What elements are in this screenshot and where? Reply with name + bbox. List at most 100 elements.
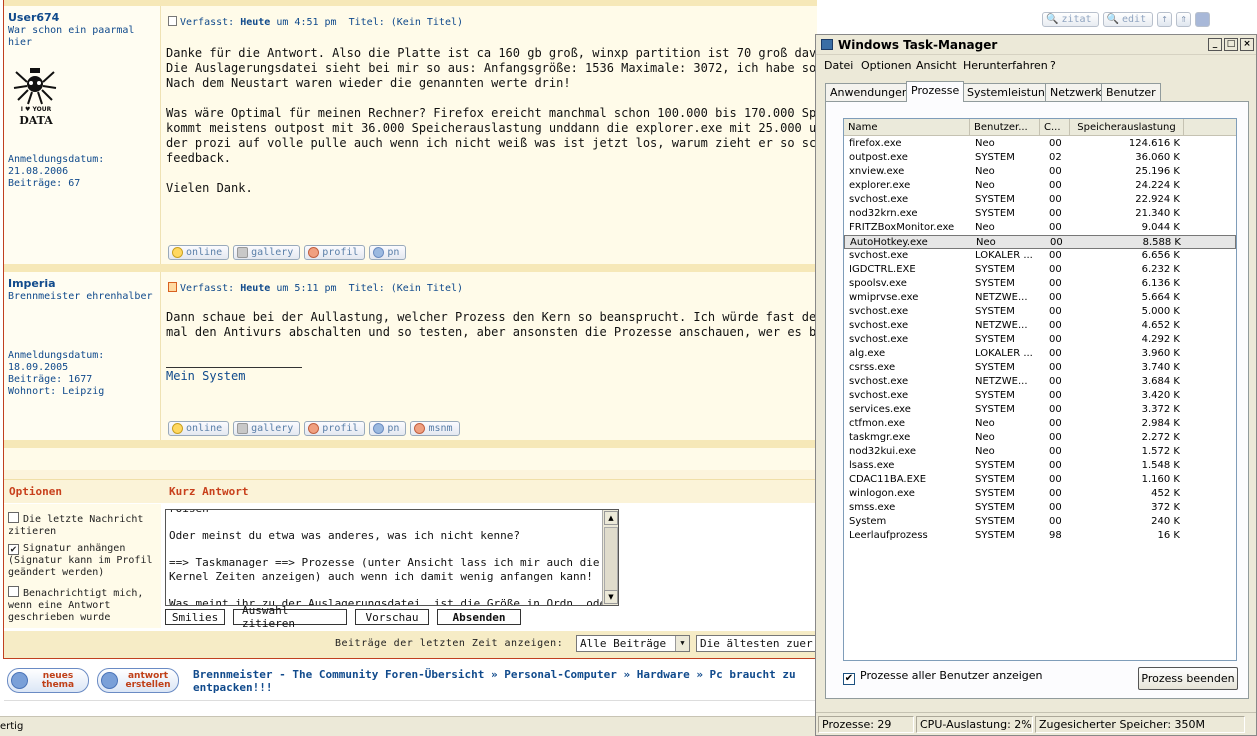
reply-button[interactable]: antwort erstellen xyxy=(97,668,179,693)
option-quote-last[interactable]: Die letzte Nachricht zitieren xyxy=(8,512,158,538)
quote-button[interactable]: 🔍 zitat xyxy=(1042,12,1099,27)
gallery-button[interactable]: gallery xyxy=(233,421,301,436)
online-button[interactable]: online xyxy=(168,421,230,436)
column-name[interactable]: Name xyxy=(844,119,970,136)
post-2-username[interactable]: Imperia xyxy=(8,277,56,290)
process-row[interactable]: svchost.exe SYSTEM 00 3.420 K xyxy=(844,389,1236,403)
post-1-meta: Verfasst: Heute um 4:51 pm Titel: (Kein … xyxy=(168,16,463,28)
checkbox[interactable] xyxy=(8,586,19,597)
order-select[interactable]: Die ältesten zuer xyxy=(696,635,817,652)
edit-button[interactable]: 🔍 edit xyxy=(1102,12,1154,27)
smilies-button[interactable]: Smilies xyxy=(165,609,225,625)
horizontal-scrollbar[interactable] xyxy=(4,700,817,712)
process-list-header: Name Benutzer... C... Speicherauslastung xyxy=(844,119,1236,136)
process-row[interactable]: services.exe SYSTEM 00 3.372 K xyxy=(844,403,1236,417)
process-row[interactable]: csrss.exe SYSTEM 00 3.740 K xyxy=(844,361,1236,375)
msn-button[interactable]: msnm xyxy=(410,421,460,436)
menu-optionen[interactable]: Optionen xyxy=(861,59,911,72)
process-row[interactable]: AutoHotkey.exe Neo 00 8.588 K xyxy=(844,235,1236,249)
process-row[interactable]: FRITZBoxMonitor.exe Neo 00 9.044 K xyxy=(844,221,1236,235)
process-row[interactable]: explorer.exe Neo 00 24.224 K xyxy=(844,179,1236,193)
checkbox-checked[interactable]: ✔ xyxy=(8,544,19,555)
maximize-icon[interactable]: □ xyxy=(1224,38,1238,51)
separator xyxy=(4,440,817,448)
scroll-thumb[interactable] xyxy=(604,527,618,593)
process-cpu: 00 xyxy=(1049,194,1062,205)
online-button[interactable]: online xyxy=(168,245,230,260)
column-memory[interactable]: Speicherauslastung xyxy=(1070,119,1184,136)
chevron-down-icon[interactable]: ▼ xyxy=(675,636,689,651)
quote-selection-button[interactable]: Auswahl zitieren xyxy=(233,604,347,630)
signature-divider xyxy=(166,367,302,368)
pm-button[interactable]: pn xyxy=(369,421,407,436)
gallery-button[interactable]: gallery xyxy=(233,245,301,260)
process-row[interactable]: Leerlaufprozess SYSTEM 98 16 K xyxy=(844,529,1236,543)
show-all-users-checkbox[interactable]: ✔ Prozesse aller Benutzer anzeigen xyxy=(843,669,1043,685)
delete-icon[interactable] xyxy=(1195,12,1211,27)
scroll-up-icon[interactable]: ▲ xyxy=(604,511,618,525)
tab-anwendungen[interactable]: Anwendungen xyxy=(825,83,914,101)
process-row[interactable]: wmiprvse.exe NETZWE... 00 5.664 K xyxy=(844,291,1236,305)
menu-datei[interactable]: Datei xyxy=(824,59,853,72)
process-row[interactable]: smss.exe SYSTEM 00 372 K xyxy=(844,501,1236,515)
process-user: SYSTEM xyxy=(975,194,1015,205)
column-cpu[interactable]: C... xyxy=(1040,119,1070,136)
process-row[interactable]: IGDCTRL.EXE SYSTEM 00 6.232 K xyxy=(844,263,1236,277)
profile-button[interactable]: profil xyxy=(304,421,366,436)
process-row[interactable]: svchost.exe SYSTEM 00 4.292 K xyxy=(844,333,1236,347)
process-row[interactable]: svchost.exe NETZWE... 00 4.652 K xyxy=(844,319,1236,333)
process-row[interactable]: svchost.exe LOKALER ... 00 6.656 K xyxy=(844,249,1236,263)
menu-help[interactable]: ? xyxy=(1050,59,1056,72)
minimize-icon[interactable]: _ xyxy=(1208,38,1222,51)
process-row[interactable]: outpost.exe SYSTEM 02 36.060 K xyxy=(844,151,1236,165)
tab-prozesse[interactable]: Prozesse xyxy=(906,81,965,102)
tab-benutzer[interactable]: Benutzer xyxy=(1101,83,1161,101)
menu-herunterfahren[interactable]: Herunterfahren xyxy=(963,59,1048,72)
process-row[interactable]: svchost.exe NETZWE... 00 3.684 K xyxy=(844,375,1236,389)
pm-button[interactable]: pn xyxy=(369,245,407,260)
new-topic-button[interactable]: neues thema xyxy=(7,668,89,693)
process-row[interactable]: ctfmon.exe Neo 00 2.984 K xyxy=(844,417,1236,431)
checkbox[interactable] xyxy=(8,512,19,523)
quick-reply-textarea[interactable]: roisen Oder meinst du etwa was anderes, … xyxy=(165,509,619,606)
submit-button[interactable]: Absenden xyxy=(437,609,521,625)
process-cpu: 00 xyxy=(1050,237,1063,248)
process-list[interactable]: Name Benutzer... C... Speicherauslastung… xyxy=(843,118,1237,661)
process-row[interactable]: winlogon.exe SYSTEM 00 452 K xyxy=(844,487,1236,501)
textarea-scrollbar[interactable]: ▲ ▼ xyxy=(602,510,618,605)
task-manager-titlebar[interactable]: Windows Task-Manager _ □ × xyxy=(816,35,1256,55)
column-user[interactable]: Benutzer... xyxy=(970,119,1040,136)
menu-ansicht[interactable]: Ansicht xyxy=(916,59,957,72)
process-row[interactable]: nod32kui.exe Neo 00 1.572 K xyxy=(844,445,1236,459)
process-row[interactable]: alg.exe LOKALER ... 00 3.960 K xyxy=(844,347,1236,361)
process-row[interactable]: firefox.exe Neo 00 124.616 K xyxy=(844,137,1236,151)
scroll-down-icon[interactable]: ▼ xyxy=(604,590,618,604)
option-notify[interactable]: Benachrichtigt mich, wenn eine Antwort g… xyxy=(8,586,158,624)
process-row[interactable]: nod32krn.exe SYSTEM 00 21.340 K xyxy=(844,207,1236,221)
up-icon[interactable]: ⇑ xyxy=(1176,12,1192,27)
process-row[interactable]: spoolsv.exe SYSTEM 00 6.136 K xyxy=(844,277,1236,291)
signature-link[interactable]: Mein System xyxy=(166,369,245,383)
process-cpu: 00 xyxy=(1049,264,1062,275)
checkmark-icon[interactable]: ✔ xyxy=(843,673,855,685)
option-attach-signature[interactable]: ✔ Signatur anhängen (Signatur kann im Pro… xyxy=(8,543,158,579)
breadcrumb[interactable]: Brennmeister - The Community Foren-Übers… xyxy=(193,668,817,694)
preview-button[interactable]: Vorschau xyxy=(355,609,429,625)
post-1-info-posts: Beiträge: 67 xyxy=(8,178,81,189)
process-row[interactable]: taskmgr.exe Neo 00 2.272 K xyxy=(844,431,1236,445)
period-select[interactable]: Alle Beiträge ▼ xyxy=(576,635,690,652)
process-row[interactable]: xnview.exe Neo 00 25.196 K xyxy=(844,165,1236,179)
tab-systemleistung[interactable]: Systemleistung xyxy=(962,83,1057,101)
process-row[interactable]: CDAC11BA.EXE SYSTEM 00 1.160 K xyxy=(844,473,1236,487)
process-row[interactable]: System SYSTEM 00 240 K xyxy=(844,515,1236,529)
post-1-username[interactable]: User674 xyxy=(8,11,59,24)
tab-netzwerk[interactable]: Netzwerk xyxy=(1045,83,1107,101)
end-process-button[interactable]: Prozess beenden xyxy=(1138,667,1238,690)
close-icon[interactable]: × xyxy=(1240,38,1254,51)
profile-button[interactable]: profil xyxy=(304,245,366,260)
process-row[interactable]: lsass.exe SYSTEM 00 1.548 K xyxy=(844,459,1236,473)
ip-icon[interactable]: ↑ xyxy=(1157,12,1173,27)
process-row[interactable]: svchost.exe SYSTEM 00 5.000 K xyxy=(844,305,1236,319)
quick-reply-text[interactable]: roisen Oder meinst du etwa was anderes, … xyxy=(169,510,613,605)
process-row[interactable]: svchost.exe SYSTEM 00 22.924 K xyxy=(844,193,1236,207)
